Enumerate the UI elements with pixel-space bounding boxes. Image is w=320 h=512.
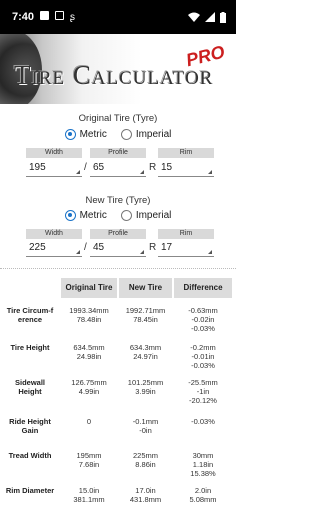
new-imperial-label: Imperial	[135, 210, 172, 221]
new-value: 634.3mm 24.97in	[129, 343, 162, 361]
row-label: Tire Height	[10, 343, 50, 352]
original-units-group: Metric Imperial	[0, 129, 236, 140]
new-value: 225mm 8.86in	[132, 451, 158, 469]
new-width-header: Width	[26, 229, 82, 239]
wifi-icon	[188, 12, 200, 22]
slash-separator: /	[84, 242, 87, 253]
new-value: -0.1mm -0in	[132, 417, 159, 435]
original-profile-select[interactable]: 65	[90, 160, 146, 177]
original-width-select[interactable]: 195	[26, 160, 82, 177]
difference-value: 30mm 1.18in 15.38%	[190, 451, 216, 478]
new-units-group: Metric Imperial	[0, 210, 236, 221]
difference-value: -0.63mm -0.02in -0.03%	[188, 306, 218, 333]
row-label: Sidewall Height	[14, 378, 45, 396]
new-rim-header: Rim	[158, 229, 214, 239]
pro-badge: PRO	[184, 41, 227, 71]
difference-value: -25.5mm -1in -20.12%	[188, 378, 218, 405]
new-value: 17.0in 431.8mm	[129, 486, 162, 504]
radio-selected-icon[interactable]	[64, 129, 76, 140]
new-value: 1992.71mm 78.45in	[125, 306, 166, 324]
original-value: 0	[86, 417, 92, 426]
original-imperial-label: Imperial	[135, 129, 172, 140]
new-profile-select[interactable]: 45	[90, 240, 146, 257]
original-profile-header: Profile	[90, 148, 146, 158]
new-profile-header: Profile	[90, 229, 146, 239]
difference-value: -0.2mm -0.01in -0.03%	[190, 343, 216, 370]
original-value: 195mm 7.68in	[76, 451, 102, 469]
rim-separator: R	[149, 162, 157, 173]
new-tire-title: New Tire (Tyre)	[85, 195, 151, 206]
original-field-headers: Width Profile Rim	[0, 148, 236, 158]
original-imperial-radio[interactable]: Imperial	[120, 129, 172, 140]
new-width-select[interactable]: 225	[26, 240, 82, 257]
row-label: Rim Diameter	[5, 486, 55, 495]
column-header-new: New Tire	[119, 278, 172, 298]
new-field-values: 225 / 45 R 17	[0, 240, 236, 257]
row-label: Tread Width	[8, 451, 52, 460]
radio-unselected-icon[interactable]	[120, 210, 132, 221]
new-field-headers: Width Profile Rim	[0, 229, 236, 239]
battery-icon	[220, 11, 226, 23]
original-value: 15.0in 381.1mm	[73, 486, 105, 504]
notification-icon	[40, 11, 50, 23]
original-value: 126.75mm 4.99in	[71, 378, 107, 396]
signal-icon	[205, 12, 215, 22]
original-value: 634.5mm 24.98in	[73, 343, 105, 361]
difference-value: 2.0in 5.08mm	[189, 486, 217, 504]
new-value: 101.25mm 3.99in	[127, 378, 164, 396]
data-saver-icon: ʂ	[70, 11, 76, 23]
new-metric-radio[interactable]: Metric	[64, 210, 107, 221]
original-rim-select[interactable]: 15	[158, 160, 214, 177]
row-label: Ride Height Gain	[9, 417, 51, 435]
app-title: Tire Calculator	[14, 60, 214, 90]
column-header-difference: Difference	[174, 278, 232, 298]
row-label: Tire Circum-f erence	[6, 306, 54, 324]
original-rim-header: Rim	[158, 148, 214, 158]
section-divider	[0, 268, 236, 269]
new-imperial-radio[interactable]: Imperial	[120, 210, 172, 221]
original-metric-label: Metric	[79, 129, 107, 140]
status-bar: 7:40 ʂ	[0, 0, 236, 34]
original-width-header: Width	[26, 148, 82, 158]
app-header-banner: Tire Calculator PRO	[0, 34, 236, 104]
new-metric-label: Metric	[79, 210, 107, 221]
radio-unselected-icon[interactable]	[120, 129, 132, 140]
original-metric-radio[interactable]: Metric	[64, 129, 107, 140]
rim-separator: R	[149, 242, 157, 253]
new-rim-select[interactable]: 17	[158, 240, 214, 257]
notification-icon	[55, 11, 65, 23]
original-value: 1993.34mm 78.48in	[69, 306, 109, 324]
original-field-values: 195 / 65 R 15	[0, 160, 236, 177]
column-header-original: Original Tire	[61, 278, 117, 298]
difference-value: -0.03%	[191, 417, 215, 426]
radio-selected-icon[interactable]	[64, 210, 76, 221]
status-time: 7:40	[12, 11, 35, 23]
slash-separator: /	[84, 162, 87, 173]
original-tire-title: Original Tire (Tyre)	[78, 113, 158, 124]
